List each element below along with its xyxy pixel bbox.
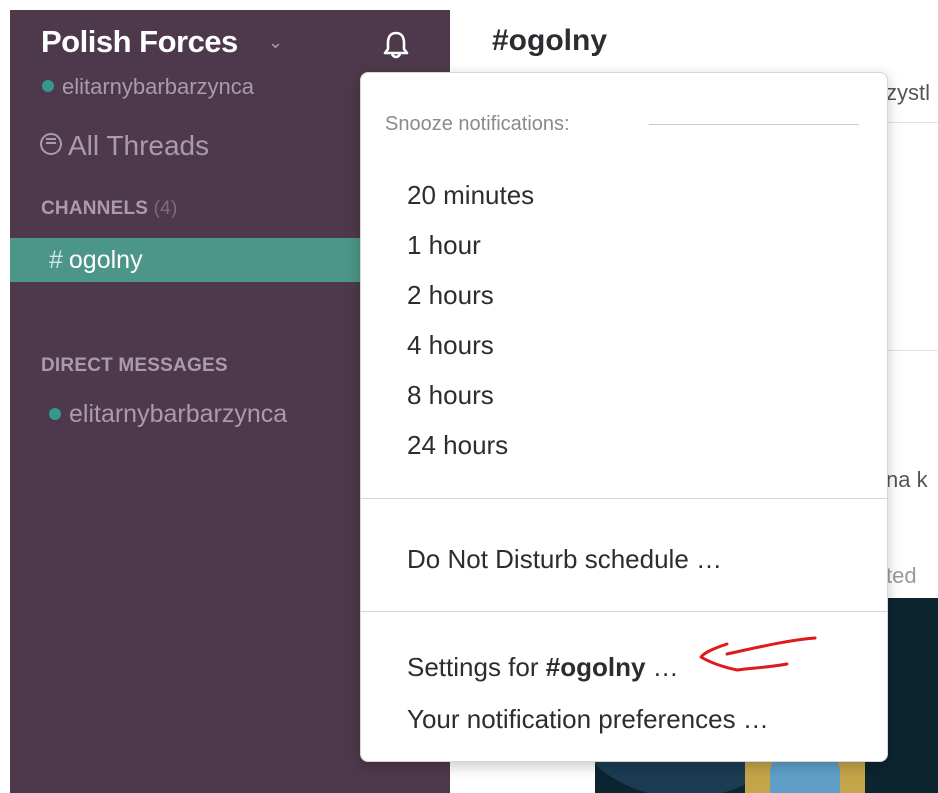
message-text-fragment: na k	[886, 467, 928, 492]
divider	[886, 350, 938, 351]
settings-suffix: …	[652, 652, 679, 682]
menu-divider	[361, 611, 887, 612]
bell-icon[interactable]	[382, 30, 410, 60]
snooze-8-hours[interactable]: 8 hours	[361, 371, 887, 419]
sidebar-item-all-threads[interactable]: All Threads	[40, 130, 209, 162]
chevron-down-icon[interactable]: ⌄	[268, 32, 283, 53]
message-text-fragment: ted	[886, 563, 917, 588]
divider	[886, 122, 938, 123]
channels-count: (4)	[153, 198, 178, 219]
all-threads-label: All Threads	[68, 130, 210, 161]
header-text-fragment: zystl	[886, 80, 930, 105]
presence-dot-icon	[42, 80, 54, 92]
dnd-schedule-item[interactable]: Do Not Disturb schedule …	[361, 535, 887, 583]
channels-section-title[interactable]: CHANNELS (4)	[41, 198, 177, 220]
settings-prefix: Settings for	[407, 652, 539, 682]
channel-title: #ogolny	[492, 24, 608, 57]
snooze-1-hour[interactable]: 1 hour	[361, 221, 887, 269]
snooze-20-minutes[interactable]: 20 minutes	[361, 171, 887, 219]
snooze-header: Snooze notifications:	[385, 113, 570, 135]
hash-icon: #	[49, 246, 63, 274]
active-channel-label: ogolny	[68, 246, 143, 274]
direct-messages-section-title[interactable]: DIRECT MESSAGES	[41, 355, 228, 377]
menu-divider	[361, 498, 887, 499]
current-user[interactable]: elitarnybarbarzynca	[42, 74, 254, 100]
current-user-name: elitarnybarbarzynca	[62, 74, 254, 99]
team-name[interactable]: Polish Forces	[41, 24, 238, 60]
settings-channel-name: #ogolny	[545, 652, 646, 682]
notification-preferences-item[interactable]: Your notification preferences …	[361, 695, 887, 743]
dm-user-name: elitarnybarbarzynca	[69, 400, 288, 428]
channels-title: CHANNELS	[41, 198, 149, 219]
presence-dot-icon	[49, 408, 61, 420]
snooze-2-hours[interactable]: 2 hours	[361, 271, 887, 319]
app-window: Polish Forces ⌄ elitarnybarbarzynca All …	[10, 10, 938, 793]
snooze-24-hours[interactable]: 24 hours	[361, 421, 887, 469]
snooze-4-hours[interactable]: 4 hours	[361, 321, 887, 369]
sidebar-item-dm-elitarnybarbarzynca[interactable]: elitarnybarbarzynca	[49, 400, 287, 429]
header-divider	[649, 124, 859, 125]
annotation-arrow-icon	[699, 636, 817, 672]
threads-icon	[40, 133, 62, 155]
